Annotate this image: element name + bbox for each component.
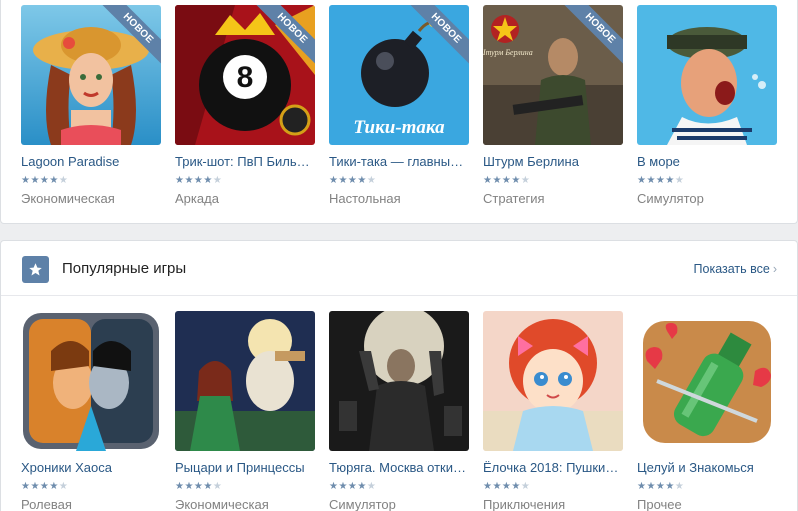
game-thumbnail[interactable] [21,311,161,451]
game-genre: Аркада [175,191,219,206]
game-genre: Ролевая [21,497,72,511]
star-rating: ★★★★★ [175,175,223,186]
game-card[interactable]: Целуй и Знакомься ★★★★★ Прочее [637,311,777,511]
game-title[interactable]: Ёлочка 2018: Пушкинский Бал [483,460,623,477]
game-genre: Стратегия [483,191,545,206]
game-card[interactable]: Рыцари и Принцессы ★★★★★ Экономическая [175,311,315,511]
game-title[interactable]: Хроники Хаоса [21,460,161,477]
game-genre: Настольная [329,191,401,206]
section-title: Популярные игры [62,260,187,277]
chevron-right-icon: › [772,262,777,276]
game-thumbnail[interactable] [175,311,315,451]
game-card[interactable]: Тики-така НОВОЕ Тики-така — главный футб… [329,5,469,208]
svg-text:Штурм Берлина: Штурм Берлина [483,48,533,57]
game-genre: Прочее [637,497,682,511]
star-rating: ★★★★★ [21,481,69,492]
show-all-link[interactable]: Показать все › [694,262,777,276]
new-ribbon: НОВОЕ [399,5,469,75]
game-title[interactable]: Lagoon Paradise [21,154,161,171]
game-card[interactable]: Штурм Берлина НОВОЕ Штурм Берлина ★★★★★ … [483,5,623,208]
star-rating: ★★★★★ [637,481,685,492]
game-thumbnail[interactable]: Тики-така НОВОЕ [329,5,469,145]
game-title[interactable]: Тюряга. Москва откинулась [329,460,469,477]
new-ribbon: НОВОЕ [245,5,315,75]
star-rating: ★★★★★ [637,175,685,186]
game-thumbnail[interactable] [637,5,777,145]
game-genre: Симулятор [329,497,396,511]
game-genre: Симулятор [637,191,704,206]
new-games-row: НОВОЕ Lagoon Paradise ★★★★★ Экономическа… [21,5,777,208]
game-thumbnail[interactable] [637,311,777,451]
game-thumbnail[interactable] [483,311,623,451]
star-rating: ★★★★★ [483,481,531,492]
new-games-block: НОВОЕ Lagoon Paradise ★★★★★ Экономическа… [0,0,798,224]
game-thumbnail[interactable] [329,311,469,451]
star-rating: ★★★★★ [21,175,69,186]
game-title[interactable]: Тики-така — главный футбольный менеджер [329,154,469,171]
popular-games-row: Хроники Хаоса ★★★★★ Ролевая Рыцари и При… [21,311,777,511]
star-rating: ★★★★★ [175,481,223,492]
game-thumbnail[interactable]: 8 НОВОЕ [175,5,315,145]
game-title[interactable]: Штурм Берлина [483,154,623,171]
game-title[interactable]: Трик-шот: ПвП Бильярд [175,154,315,171]
game-thumbnail[interactable]: Штурм Берлина НОВОЕ [483,5,623,145]
new-ribbon: НОВОЕ [553,5,623,75]
popular-games-block: Популярные игры Показать все › Хроники Ха… [0,240,798,511]
svg-text:Тики-така: Тики-така [353,117,445,138]
star-rating: ★★★★★ [483,175,531,186]
game-genre: Экономическая [175,497,269,511]
star-icon [22,256,49,283]
game-card[interactable]: Хроники Хаоса ★★★★★ Ролевая [21,311,161,511]
popular-games-header: Популярные игры Показать все › [1,241,797,296]
game-title[interactable]: В море [637,154,777,171]
game-card[interactable]: 8 НОВОЕ Трик-шот: ПвП Бильярд ★★★★★ Арка… [175,5,315,208]
game-title[interactable]: Целуй и Знакомься [637,460,777,477]
game-card[interactable]: Тюряга. Москва откинулась ★★★★★ Симулято… [329,311,469,511]
star-rating: ★★★★★ [329,175,377,186]
game-title[interactable]: Рыцари и Принцессы [175,460,315,477]
new-ribbon: НОВОЕ [91,5,161,75]
game-thumbnail[interactable]: НОВОЕ [21,5,161,145]
game-genre: Приключения [483,497,566,511]
game-card[interactable]: В море ★★★★★ Симулятор [637,5,777,208]
game-card[interactable]: Ёлочка 2018: Пушкинский Бал ★★★★★ Приклю… [483,311,623,511]
star-rating: ★★★★★ [329,481,377,492]
game-genre: Экономическая [21,191,115,206]
game-card[interactable]: НОВОЕ Lagoon Paradise ★★★★★ Экономическа… [21,5,161,208]
